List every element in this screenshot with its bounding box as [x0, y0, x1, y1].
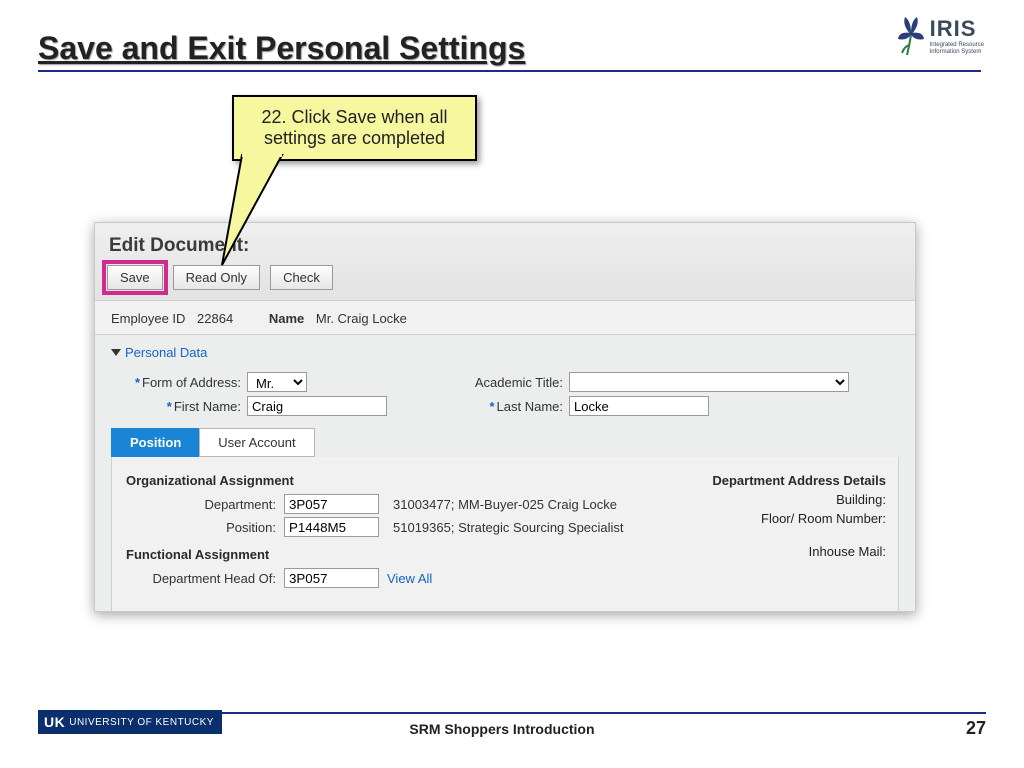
view-all-link[interactable]: View All — [387, 571, 432, 586]
academic-title-label: Academic Title: — [475, 375, 563, 390]
header-rule — [38, 70, 981, 72]
check-button[interactable]: Check — [270, 265, 333, 290]
department-input[interactable] — [284, 494, 379, 514]
slide-title: Save and Exit Personal Settings — [38, 30, 525, 67]
dept-address-heading: Department Address Details — [712, 473, 886, 488]
iris-name: IRIS — [930, 16, 984, 42]
read-only-button[interactable]: Read Only — [173, 265, 260, 290]
inhouse-mail-label: Inhouse Mail: — [712, 544, 886, 559]
last-name-input[interactable] — [569, 396, 709, 416]
chevron-down-icon — [111, 349, 121, 356]
form-of-address-label: Form of Address: — [142, 375, 241, 390]
department-label: Department: — [126, 497, 276, 512]
employee-name-value: Mr. Craig Locke — [316, 311, 407, 326]
building-label: Building: — [712, 492, 886, 507]
iris-flower-icon — [896, 15, 926, 57]
personal-data-section-toggle[interactable]: Personal Data — [111, 345, 207, 360]
uk-mark: UK — [44, 714, 65, 730]
employee-info-bar: Employee ID 22864 Name Mr. Craig Locke — [95, 301, 915, 335]
department-desc: 31003477; MM-Buyer-025 Craig Locke — [393, 497, 617, 512]
save-button[interactable]: Save — [107, 265, 163, 290]
iris-logo: IRIS Integrated Resource Information Sys… — [896, 15, 984, 57]
iris-sub2: Information System — [930, 49, 984, 56]
slide-footer: UK UNIVERSITY OF KENTUCKY SRM Shoppers I… — [38, 712, 986, 738]
callout-arrow-icon — [222, 147, 312, 267]
tab-position[interactable]: Position — [111, 428, 200, 457]
tab-pane-position: Organizational Assignment Department: 31… — [111, 457, 899, 612]
application-screenshot: Edit Document: Save Read Only Check Empl… — [94, 222, 916, 612]
last-name-label: Last Name: — [497, 399, 563, 414]
employee-id-label: Employee ID — [111, 311, 185, 326]
personal-data-link: Personal Data — [125, 345, 207, 360]
first-name-input[interactable] — [247, 396, 387, 416]
uk-logo: UK UNIVERSITY OF KENTUCKY — [38, 710, 222, 734]
first-name-label: First Name: — [174, 399, 241, 414]
dept-head-label: Department Head Of: — [126, 571, 276, 586]
iris-sub1: Integrated Resource — [930, 42, 984, 49]
dept-head-input[interactable] — [284, 568, 379, 588]
position-label: Position: — [126, 520, 276, 535]
position-desc: 51019365; Strategic Sourcing Specialist — [393, 520, 624, 535]
employee-id-value: 22864 — [197, 311, 233, 326]
floor-label: Floor/ Room Number: — [712, 511, 886, 526]
tab-user-account[interactable]: User Account — [199, 428, 314, 457]
position-input[interactable] — [284, 517, 379, 537]
academic-title-select[interactable] — [569, 372, 849, 392]
page-number: 27 — [966, 718, 986, 739]
employee-name-label: Name — [269, 311, 304, 326]
instruction-callout: 22. Click Save when all settings are com… — [232, 95, 477, 161]
uk-label: UNIVERSITY OF KENTUCKY — [69, 717, 214, 728]
form-of-address-select[interactable]: Mr. — [247, 372, 307, 392]
